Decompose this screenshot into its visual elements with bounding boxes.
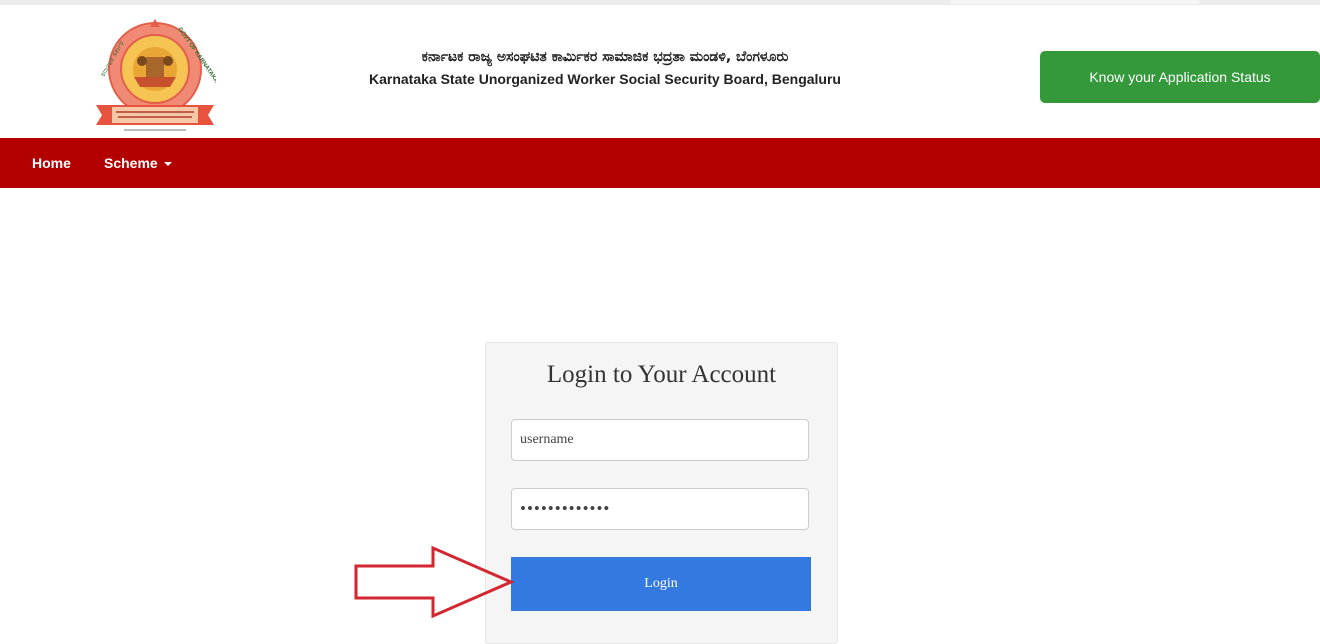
site-title-english: Karnataka State Unorganized Worker Socia… — [369, 71, 841, 87]
site-titles: ಕರ್ನಾಟಕ ರಾಜ್ಯ ಅಸಂಘಟಿತ ಕಾರ್ಮಿಕರ ಸಾಮಾಜಿಕ ಭ… — [340, 49, 870, 87]
login-title: Login to Your Account — [546, 361, 777, 388]
main-navbar: Home Scheme — [0, 138, 1320, 188]
login-button[interactable]: Login — [511, 557, 811, 611]
chevron-down-icon — [163, 162, 172, 167]
nav-item-home-label: Home — [32, 155, 71, 171]
top-strip-pill — [950, 0, 1200, 4]
board-logo: ಕರ್ನಾಟಕ ಸರ್ಕಾರ GOVT OF KARNATAKA — [96, 19, 216, 131]
login-panel: Login to Your Account Login — [485, 342, 838, 644]
nav-item-scheme[interactable]: Scheme — [104, 138, 172, 188]
site-title-kannada: ಕರ್ನಾಟಕ ರಾಜ್ಯ ಅಸಂಘಟಿತ ಕಾರ್ಮಿಕರ ಸಾಮಾಜಿಕ ಭ… — [421, 49, 789, 65]
site-header: ಕರ್ನಾಟಕ ಸರ್ಕಾರ GOVT OF KARNATAKA ಕರ್ನಾಟಕ… — [0, 5, 1320, 138]
know-application-status-button[interactable]: Know your Application Status — [1040, 51, 1320, 103]
annotation-arrow-icon — [354, 545, 515, 619]
nav-item-scheme-label: Scheme — [104, 155, 158, 171]
username-field[interactable] — [511, 419, 809, 461]
password-field[interactable] — [511, 488, 809, 530]
nav-item-home[interactable]: Home — [32, 138, 71, 188]
